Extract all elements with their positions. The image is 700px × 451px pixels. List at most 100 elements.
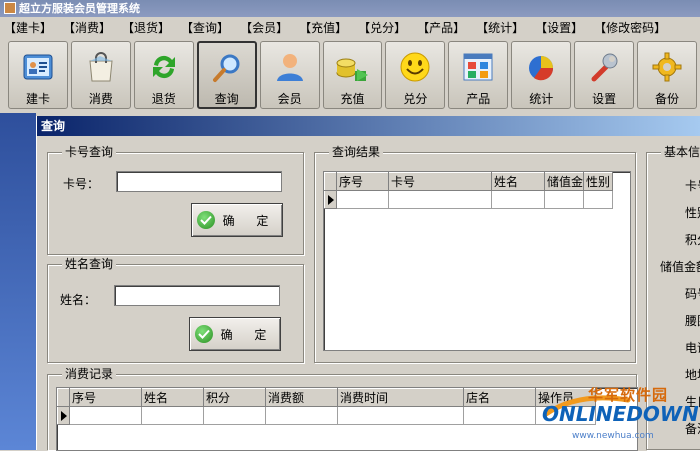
shopping-bag-icon	[83, 50, 119, 84]
magnifier-icon	[209, 51, 245, 84]
row-arrow-icon	[61, 411, 67, 421]
product-grid-icon	[460, 50, 496, 84]
card-number-label: 卡号：	[63, 177, 100, 191]
toolbar-stats-label: 统计	[529, 92, 554, 106]
query-results-grid[interactable]: 序号 卡号 姓名 储值金 性别	[323, 171, 631, 351]
menu-item-return[interactable]: 【退货】	[122, 19, 170, 36]
toolbar-recharge-label: 充值	[340, 92, 365, 106]
toolbar-return-label: 退货	[151, 92, 176, 106]
basic-info-legend: 基本信	[661, 145, 700, 159]
card-query-group: 卡号查询 卡号： 确 定	[47, 145, 304, 255]
menu-bar: 【建卡】 【消费】 【退货】 【查询】 【会员】 【充值】 【兑分】 【产品】 …	[0, 17, 700, 37]
toolbar-redeem-button[interactable]: 兑分	[385, 41, 446, 109]
info-label-address: 地址	[685, 368, 700, 382]
gear-icon	[649, 50, 685, 84]
app-title: 超立方服装会员管理系统	[19, 2, 140, 15]
consumption-col-points[interactable]: 积分	[203, 388, 266, 407]
toolbar-backup-button[interactable]: 备份	[637, 41, 697, 109]
toolbar-product-button[interactable]: 产品	[448, 41, 509, 109]
toolbar-backup-label: 备份	[655, 92, 680, 106]
consumption-header: 序号 姓名 积分 消费额 消费时间 店名 操作员	[57, 388, 596, 407]
consumption-col-amount[interactable]: 消费额	[265, 388, 338, 407]
current-row-indicator	[57, 406, 70, 425]
coins-icon	[334, 50, 370, 84]
toolbar-consume-button[interactable]: 消费	[70, 41, 131, 109]
toolbar-member-button[interactable]: 会员	[259, 41, 320, 109]
toolbar-stats-button[interactable]: 统计	[511, 41, 572, 109]
info-label-card: 卡号	[685, 179, 700, 193]
info-label-balance: 储值金额	[660, 260, 700, 274]
menu-item-change-password[interactable]: 【修改密码】	[594, 19, 666, 36]
consumption-col-seq[interactable]: 序号	[69, 388, 142, 407]
refresh-arrows-icon	[146, 50, 182, 84]
name-label: 姓名：	[60, 293, 97, 307]
info-label-gender: 性别	[685, 206, 700, 220]
info-label-waist: 腰围	[685, 314, 700, 328]
query-results-header: 序号 卡号 姓名 储值金 性别	[324, 172, 614, 191]
watermark-en-text: ONLINEDOWN	[542, 402, 699, 426]
menu-item-product[interactable]: 【产品】	[417, 19, 465, 36]
menu-item-consume[interactable]: 【消费】	[63, 19, 111, 36]
watermark-logo: 华军软件园 ONLINEDOWN www.newhua.com	[538, 384, 699, 448]
app-icon	[4, 2, 16, 14]
name-query-group: 姓名查询 姓名： 确 定	[47, 257, 304, 363]
query-results-legend: 查询结果	[329, 145, 384, 159]
pie-chart-icon	[523, 50, 559, 84]
name-query-legend: 姓名查询	[62, 257, 117, 271]
consumption-col-store[interactable]: 店名	[463, 388, 536, 407]
table-row[interactable]	[324, 190, 614, 209]
info-label-points: 积分	[685, 233, 700, 247]
name-query-ok-button[interactable]: 确 定	[189, 317, 281, 351]
toolbar-build-card-button[interactable]: 建卡	[8, 41, 68, 109]
card-query-ok-button[interactable]: 确 定	[191, 203, 283, 237]
menu-item-query[interactable]: 【查询】	[181, 19, 229, 36]
row-arrow-icon	[328, 195, 334, 205]
query-window-title: 查询	[37, 116, 700, 136]
results-col-balance[interactable]: 储值金	[543, 172, 585, 191]
results-col-card[interactable]: 卡号	[388, 172, 492, 191]
toolbar-build-card-label: 建卡	[25, 92, 50, 106]
consumption-col-name[interactable]: 姓名	[141, 388, 204, 407]
card-query-legend: 卡号查询	[62, 145, 117, 159]
toolbar-recharge-button[interactable]: 充值	[322, 41, 383, 109]
toolbar-return-button[interactable]: 退货	[133, 41, 194, 109]
toolbar-consume-label: 消费	[88, 92, 113, 106]
card-number-input[interactable]	[116, 171, 282, 192]
name-query-ok-label: 确 定	[220, 327, 276, 342]
toolbar-member-label: 会员	[277, 92, 302, 106]
toolbar-settings-button[interactable]: 设置	[574, 41, 635, 109]
toolbar-product-label: 产品	[466, 92, 491, 106]
wrench-icon	[586, 50, 622, 84]
row-indicator-header	[57, 388, 70, 407]
toolbar-query-label: 查询	[214, 92, 239, 106]
toolbar-query-button[interactable]: 查询	[196, 41, 257, 109]
table-row[interactable]	[57, 406, 596, 425]
user-icon	[272, 50, 308, 84]
smiley-icon	[397, 50, 433, 84]
check-icon	[196, 211, 215, 229]
row-indicator-header	[324, 172, 337, 191]
toolbar-settings-label: 设置	[592, 92, 617, 106]
query-results-group: 查询结果 序号 卡号 姓名 储值金 性别	[314, 145, 636, 363]
mdi-background	[0, 113, 36, 450]
menu-item-build-card[interactable]: 【建卡】	[4, 19, 52, 36]
results-col-name[interactable]: 姓名	[491, 172, 545, 191]
name-input[interactable]	[114, 285, 280, 306]
toolbar: 建卡 消费 退货 查询 会员 充值 兑分 产品 统计 设置 备份	[0, 37, 700, 113]
toolbar-redeem-label: 兑分	[403, 92, 428, 106]
info-label-phone: 电话	[685, 341, 700, 355]
results-col-gender[interactable]: 性别	[583, 172, 614, 191]
check-icon	[194, 325, 213, 343]
menu-item-redeem[interactable]: 【兑分】	[358, 19, 406, 36]
menu-item-recharge[interactable]: 【充值】	[299, 19, 347, 36]
menu-item-stats[interactable]: 【统计】	[476, 19, 524, 36]
consumption-record-legend: 消费记录	[62, 367, 117, 381]
card-query-ok-label: 确 定	[222, 213, 278, 228]
current-row-indicator	[324, 190, 337, 209]
consumption-col-time[interactable]: 消费时间	[337, 388, 464, 407]
menu-item-member[interactable]: 【会员】	[240, 19, 288, 36]
menu-item-settings[interactable]: 【设置】	[535, 19, 583, 36]
watermark-url-text: www.newhua.com	[572, 431, 654, 441]
results-col-seq[interactable]: 序号	[336, 172, 389, 191]
id-card-icon	[20, 50, 56, 84]
